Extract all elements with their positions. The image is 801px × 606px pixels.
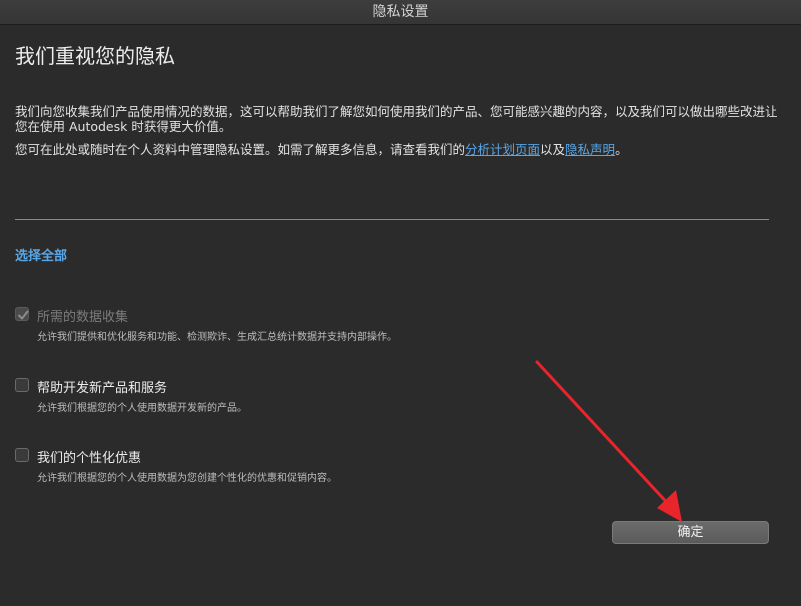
privacy-statement-link[interactable]: 隐私声明 xyxy=(565,142,615,157)
option-description: 允许我们根据您的个人使用数据为您创建个性化的优惠和促销内容。 xyxy=(37,473,337,484)
option-description: 允许我们根据您的个人使用数据开发新的产品。 xyxy=(37,403,247,414)
page-title: 我们重视您的隐私 xyxy=(15,44,175,68)
checkmark-icon xyxy=(18,310,29,320)
option-title[interactable]: 帮助开发新产品和服务 xyxy=(37,377,167,396)
select-all-link[interactable]: 选择全部 xyxy=(15,245,67,264)
window-titlebar: 隐私设置 xyxy=(0,0,801,25)
intro-paragraph-2: 您可在此处或随时在个人资料中管理隐私设置。如需了解更多信息，请查看我们的分析计划… xyxy=(15,142,785,157)
option-description: 允许我们提供和优化服务和功能、检测欺诈、生成汇总统计数据并支持内部操作。 xyxy=(37,332,397,343)
intro-paragraph: 我们向您收集我们产品使用情况的数据，这可以帮助我们了解您如何使用我们的产品、您可… xyxy=(15,104,778,134)
required-data-checkbox xyxy=(15,307,29,321)
analytics-program-link[interactable]: 分析计划页面 xyxy=(465,142,540,157)
intro-text-after: 。 xyxy=(615,142,628,157)
window-title: 隐私设置 xyxy=(372,4,429,20)
intro-text-middle: 以及 xyxy=(540,142,566,157)
personalized-offers-checkbox[interactable] xyxy=(15,448,29,462)
option-title: 所需的数据收集 xyxy=(37,310,129,325)
intro-text-before: 您可在此处或随时在个人资料中管理隐私设置。如需了解更多信息，请查看我们的 xyxy=(15,142,466,157)
option-title[interactable]: 我们的个性化优惠 xyxy=(37,447,141,466)
red-arrow-annotation xyxy=(535,360,682,522)
divider xyxy=(15,219,769,220)
ok-button[interactable]: 确定 xyxy=(612,521,769,544)
product-development-checkbox[interactable] xyxy=(15,378,29,392)
